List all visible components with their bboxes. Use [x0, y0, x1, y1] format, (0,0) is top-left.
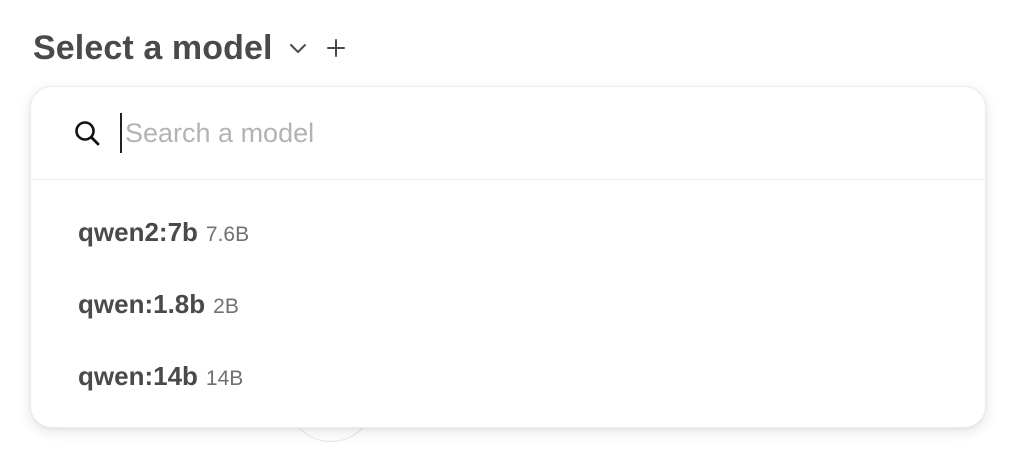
search-bar: [31, 87, 985, 180]
model-list: qwen2:7b 7.6B qwen:1.8b 2B qwen:14b 14B: [31, 180, 985, 412]
model-option-qwen2-7b[interactable]: qwen2:7b 7.6B: [31, 196, 985, 268]
model-dropdown: qwen2:7b 7.6B qwen:1.8b 2B qwen:14b 14B: [30, 86, 986, 428]
search-input[interactable]: [120, 113, 905, 153]
chevron-down-icon[interactable]: [285, 35, 311, 61]
search-icon: [72, 118, 102, 148]
model-option-qwen-1-8b[interactable]: qwen:1.8b 2B: [31, 268, 985, 340]
model-size: 2B: [213, 295, 239, 318]
page-title[interactable]: Select a model: [33, 29, 273, 68]
model-name: qwen:1.8b: [78, 289, 206, 319]
model-selector-header: Select a model: [33, 26, 349, 70]
model-selector-page: Select a model qwen2:7: [0, 0, 1028, 466]
plus-icon[interactable]: [323, 35, 349, 61]
model-name: qwen2:7b: [78, 217, 198, 247]
model-option-qwen-14b[interactable]: qwen:14b 14B: [31, 340, 985, 412]
model-size: 14B: [205, 367, 244, 390]
model-size: 7.6B: [205, 223, 250, 246]
model-name: qwen:14b: [78, 361, 198, 391]
